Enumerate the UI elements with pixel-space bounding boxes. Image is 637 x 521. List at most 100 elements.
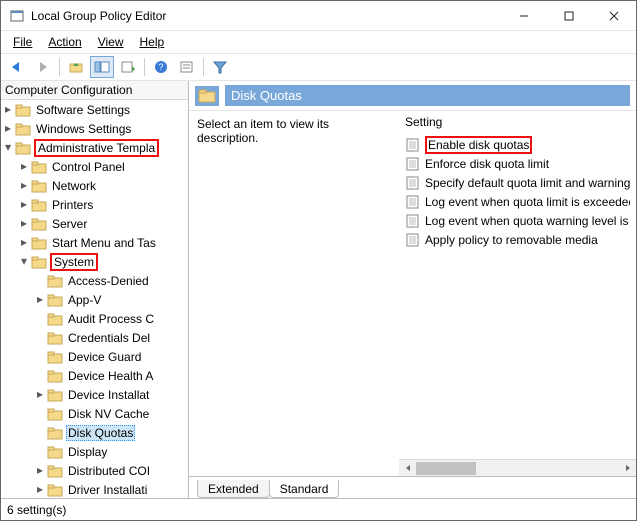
folder-icon <box>47 369 63 383</box>
minimize-button[interactable] <box>501 1 546 30</box>
tree-item[interactable]: ▸ Windows Settings <box>1 119 188 138</box>
tree-item[interactable]: ·Display <box>1 442 188 461</box>
toolbar-separator <box>59 58 60 76</box>
tree-item[interactable]: ·Disk Quotas <box>1 423 188 442</box>
horizontal-scrollbar[interactable] <box>399 459 636 476</box>
folder-icon <box>31 236 47 250</box>
chevron-right-icon[interactable]: ▸ <box>17 176 31 195</box>
chevron-right-icon[interactable]: ▸ <box>17 195 31 214</box>
chevron-right-icon[interactable]: ▸ <box>17 157 31 176</box>
tree-item[interactable]: ▸Driver Installati <box>1 480 188 498</box>
tree-item[interactable]: ·Access-Denied <box>1 271 188 290</box>
export-list-button[interactable] <box>116 56 140 78</box>
properties-button[interactable] <box>175 56 199 78</box>
tree-item[interactable]: ·Audit Process C <box>1 309 188 328</box>
show-hide-tree-button[interactable] <box>90 56 114 78</box>
tree-item[interactable]: ▸ App-V <box>1 290 188 309</box>
tree-item-label: Audit Process C <box>66 312 156 326</box>
scroll-thumb[interactable] <box>416 462 476 475</box>
toolbar: ? <box>1 53 636 81</box>
folder-icon <box>47 274 63 288</box>
statusbar: 6 setting(s) <box>1 498 636 520</box>
folder-icon <box>31 217 47 231</box>
tree-item-label: Device Health A <box>66 369 155 383</box>
menu-view[interactable]: View <box>92 33 130 51</box>
setting-item-label: Specify default quota limit and warning … <box>425 176 630 190</box>
setting-item[interactable]: Log event when quota limit is exceeded <box>405 192 630 211</box>
chevron-right-icon[interactable]: ▸ <box>1 119 15 138</box>
folder-icon <box>47 464 63 478</box>
setting-item-label: Log event when quota warning level is ex… <box>425 214 630 228</box>
filter-button[interactable] <box>208 56 232 78</box>
titlebar: Local Group Policy Editor <box>1 1 636 31</box>
tree-item-label: Administrative Templa <box>34 139 159 157</box>
setting-item[interactable]: Log event when quota warning level is ex… <box>405 211 630 230</box>
chevron-right-icon[interactable]: ▸ <box>17 214 31 233</box>
scroll-left-icon[interactable] <box>399 460 416 477</box>
chevron-down-icon[interactable]: ▾ <box>17 252 31 271</box>
tree-item-label: App-V <box>66 293 103 307</box>
svg-text:?: ? <box>158 62 163 72</box>
tree-item[interactable]: ▸Printers <box>1 195 188 214</box>
chevron-down-icon[interactable]: ▾ <box>1 138 15 157</box>
tree-item[interactable]: ·Device Health A <box>1 366 188 385</box>
tree-item[interactable]: ▾System <box>1 252 188 271</box>
tree-pane[interactable]: Computer Configuration ▸ Software Setting… <box>1 81 189 498</box>
tree-item[interactable]: ▸Start Menu and Tas <box>1 233 188 252</box>
tree-item[interactable]: ▸Device Installat <box>1 385 188 404</box>
settings-list: Setting Enable disk quotasEnforce disk q… <box>399 111 636 476</box>
scroll-right-icon[interactable] <box>619 460 636 477</box>
folder-icon <box>15 103 31 117</box>
tree-item[interactable]: ▸ Software Settings <box>1 100 188 119</box>
setting-item[interactable]: Apply policy to removable media <box>405 230 630 249</box>
window-title: Local Group Policy Editor <box>31 9 501 23</box>
toolbar-separator <box>144 58 145 76</box>
tree-item[interactable]: ▸ Distributed COI <box>1 461 188 480</box>
tree-header: Computer Configuration <box>1 81 188 100</box>
scroll-track[interactable] <box>416 460 619 477</box>
policy-icon <box>405 138 421 152</box>
tree-item[interactable]: ·Device Guard <box>1 347 188 366</box>
folder-icon <box>15 141 31 155</box>
tree-item[interactable]: ▸Network <box>1 176 188 195</box>
tree-item-label: Distributed COI <box>66 464 152 478</box>
tree-item-label: Software Settings <box>34 103 132 117</box>
maximize-button[interactable] <box>546 1 591 30</box>
tab-strip: Extended Standard <box>189 476 636 498</box>
menu-file[interactable]: File <box>7 33 38 51</box>
help-button[interactable]: ? <box>149 56 173 78</box>
setting-item[interactable]: Specify default quota limit and warning … <box>405 173 630 192</box>
chevron-right-icon[interactable]: ▸ <box>33 461 47 480</box>
back-button[interactable] <box>5 56 29 78</box>
forward-button[interactable] <box>31 56 55 78</box>
tree-item[interactable]: ·Disk NV Cache <box>1 404 188 423</box>
column-header-setting[interactable]: Setting <box>399 111 636 135</box>
tree-item-label: Disk NV Cache <box>66 407 151 421</box>
toolbar-separator <box>203 58 204 76</box>
folder-icon <box>31 179 47 193</box>
chevron-right-icon[interactable]: ▸ <box>33 290 47 309</box>
setting-item[interactable]: Enable disk quotas <box>405 135 630 154</box>
policy-icon <box>405 195 421 209</box>
tree-item[interactable]: ▾ Administrative Templa <box>1 138 188 157</box>
setting-item[interactable]: Enforce disk quota limit <box>405 154 630 173</box>
content-title: Disk Quotas <box>225 85 630 106</box>
setting-item-label: Apply policy to removable media <box>425 233 598 247</box>
tree-item[interactable]: ▸Control Panel <box>1 157 188 176</box>
folder-icon <box>31 198 47 212</box>
tab-extended[interactable]: Extended <box>197 480 270 498</box>
chevron-right-icon[interactable]: ▸ <box>1 100 15 119</box>
folder-icon <box>47 331 63 345</box>
tab-standard[interactable]: Standard <box>269 480 340 498</box>
menu-help[interactable]: Help <box>134 33 171 51</box>
tree-item-label: Credentials Del <box>66 331 152 345</box>
chevron-right-icon[interactable]: ▸ <box>33 480 47 498</box>
menu-action[interactable]: Action <box>42 33 87 51</box>
close-button[interactable] <box>591 1 636 30</box>
tree-item[interactable]: ▸Server <box>1 214 188 233</box>
tree-item-label: Windows Settings <box>34 122 133 136</box>
chevron-right-icon[interactable]: ▸ <box>33 385 47 404</box>
chevron-right-icon[interactable]: ▸ <box>17 233 31 252</box>
up-button[interactable] <box>64 56 88 78</box>
tree-item[interactable]: ·Credentials Del <box>1 328 188 347</box>
